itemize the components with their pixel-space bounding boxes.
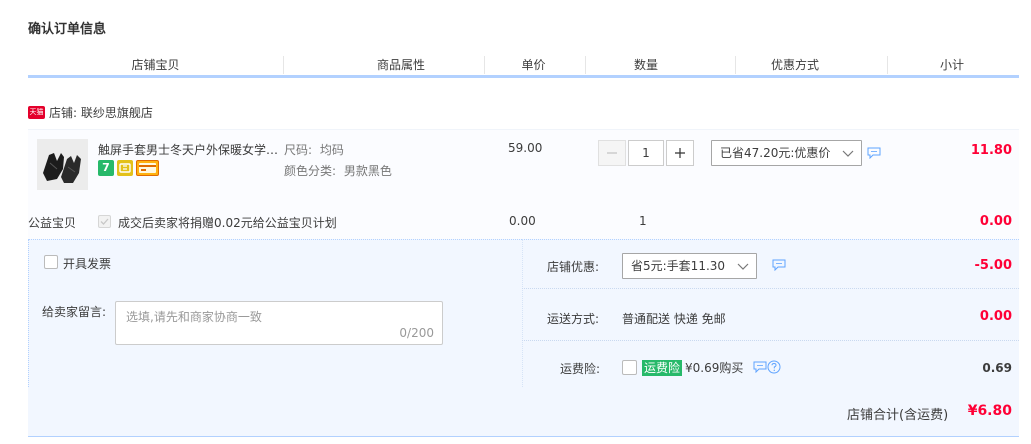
chat-icon[interactable] (753, 361, 767, 373)
shipping-value: 普通配送 快递 免邮 (622, 312, 726, 326)
invoice-label: 开具发票 (63, 257, 112, 271)
item-subtotal: 11.80 (970, 143, 1012, 158)
shop-discount-select[interactable]: 省5元:手套11.30 (622, 253, 757, 279)
attribute-color: 颜色分类: 男款黑色 (284, 162, 392, 179)
row-divider (522, 288, 1019, 289)
insurance-label: 运费险: (560, 362, 601, 376)
insurance-option: 运费险 ¥0.69购买 (642, 359, 743, 376)
seven-day-return-icon[interactable]: 7 (98, 160, 114, 176)
shop-name-link[interactable]: 店铺: 联纱思旗舰店 (49, 104, 153, 121)
plus-icon[interactable] (666, 140, 694, 166)
attribute-size: 尺码: 均码 (284, 141, 344, 158)
help-icon[interactable] (767, 360, 781, 374)
row-divider (522, 340, 1019, 341)
tmall-icon: 天猫 (28, 105, 45, 119)
unit-price: 59.00 (508, 141, 543, 155)
insurance-amount: 0.69 (982, 361, 1012, 375)
column-quantity: 数量 (633, 58, 658, 72)
shop-discount-label: 店铺优惠: (547, 260, 600, 274)
service-badges: 7 (98, 160, 159, 176)
charity-text: 成交后卖家将捐赠0.02元给公益宝贝计划 (118, 216, 337, 230)
attribute-size-value: 均码 (319, 143, 344, 157)
column-attributes: 商品属性 (376, 58, 425, 72)
column-unit-price: 单价 (521, 58, 546, 72)
chevron-down-icon (737, 263, 749, 270)
column-header-row: 店铺宝贝 商品属性 单价 数量 优惠方式 小计 (28, 56, 1019, 78)
glove-image-icon (37, 139, 88, 190)
shop-total-amount: ¥6.80 (967, 403, 1012, 419)
column-subtotal: 小计 (939, 58, 964, 72)
chevron-down-icon (842, 150, 854, 157)
item-thumbnail[interactable] (37, 139, 88, 190)
shipping-label: 运送方式: (547, 312, 600, 326)
discount-select[interactable]: 已省47.20元:优惠价 (711, 140, 862, 166)
chat-icon[interactable] (867, 147, 881, 159)
shop-discount-amount: -5.00 (974, 258, 1012, 273)
minus-icon[interactable] (598, 140, 626, 166)
charity-quantity: 1 (639, 214, 647, 228)
credit-card-icon[interactable] (136, 160, 159, 176)
quantity-input[interactable]: 1 (628, 140, 664, 166)
item-title-link[interactable]: 触屏手套男士冬天户外保暖女学生加厚骑行防风冬季 (98, 141, 280, 158)
memo-char-count: 0/200 (399, 326, 434, 340)
quantity-stepper: 1 (598, 140, 694, 166)
attribute-color-label: 颜色分类: (284, 164, 337, 178)
charity-label: 公益宝贝 (28, 216, 77, 230)
column-discount: 优惠方式 (770, 58, 819, 72)
attribute-size-label: 尺码: (284, 143, 313, 157)
charity-checkbox (98, 215, 111, 228)
section-title: 确认订单信息 (28, 22, 107, 37)
discount-select-value: 已省47.20元:优惠价 (720, 146, 831, 160)
invoice-checkbox[interactable] (44, 255, 58, 269)
shipping-amount: 0.00 (979, 309, 1012, 324)
insurance-tag: 运费险 (642, 359, 683, 376)
guarantee-icon[interactable] (117, 160, 133, 176)
charity-price: 0.00 (509, 214, 536, 228)
column-shop-item: 店铺宝贝 (131, 58, 180, 72)
attribute-color-value: 男款黑色 (343, 164, 392, 178)
memo-label: 给卖家留言: (42, 305, 107, 319)
insurance-price-text: ¥0.69购买 (685, 361, 744, 375)
shop-row: 天猫 店铺: 联纱思旗舰店 (28, 103, 153, 121)
charity-subtotal: 0.00 (979, 214, 1012, 229)
insurance-checkbox[interactable] (622, 360, 637, 375)
memo-textarea[interactable]: 选填,请先和商家协商一致 0/200 (115, 301, 443, 345)
shop-discount-select-value: 省5元:手套11.30 (631, 259, 726, 273)
check-icon (100, 218, 109, 225)
memo-placeholder: 选填,请先和商家协商一致 (126, 310, 262, 324)
chat-icon[interactable] (772, 259, 786, 271)
